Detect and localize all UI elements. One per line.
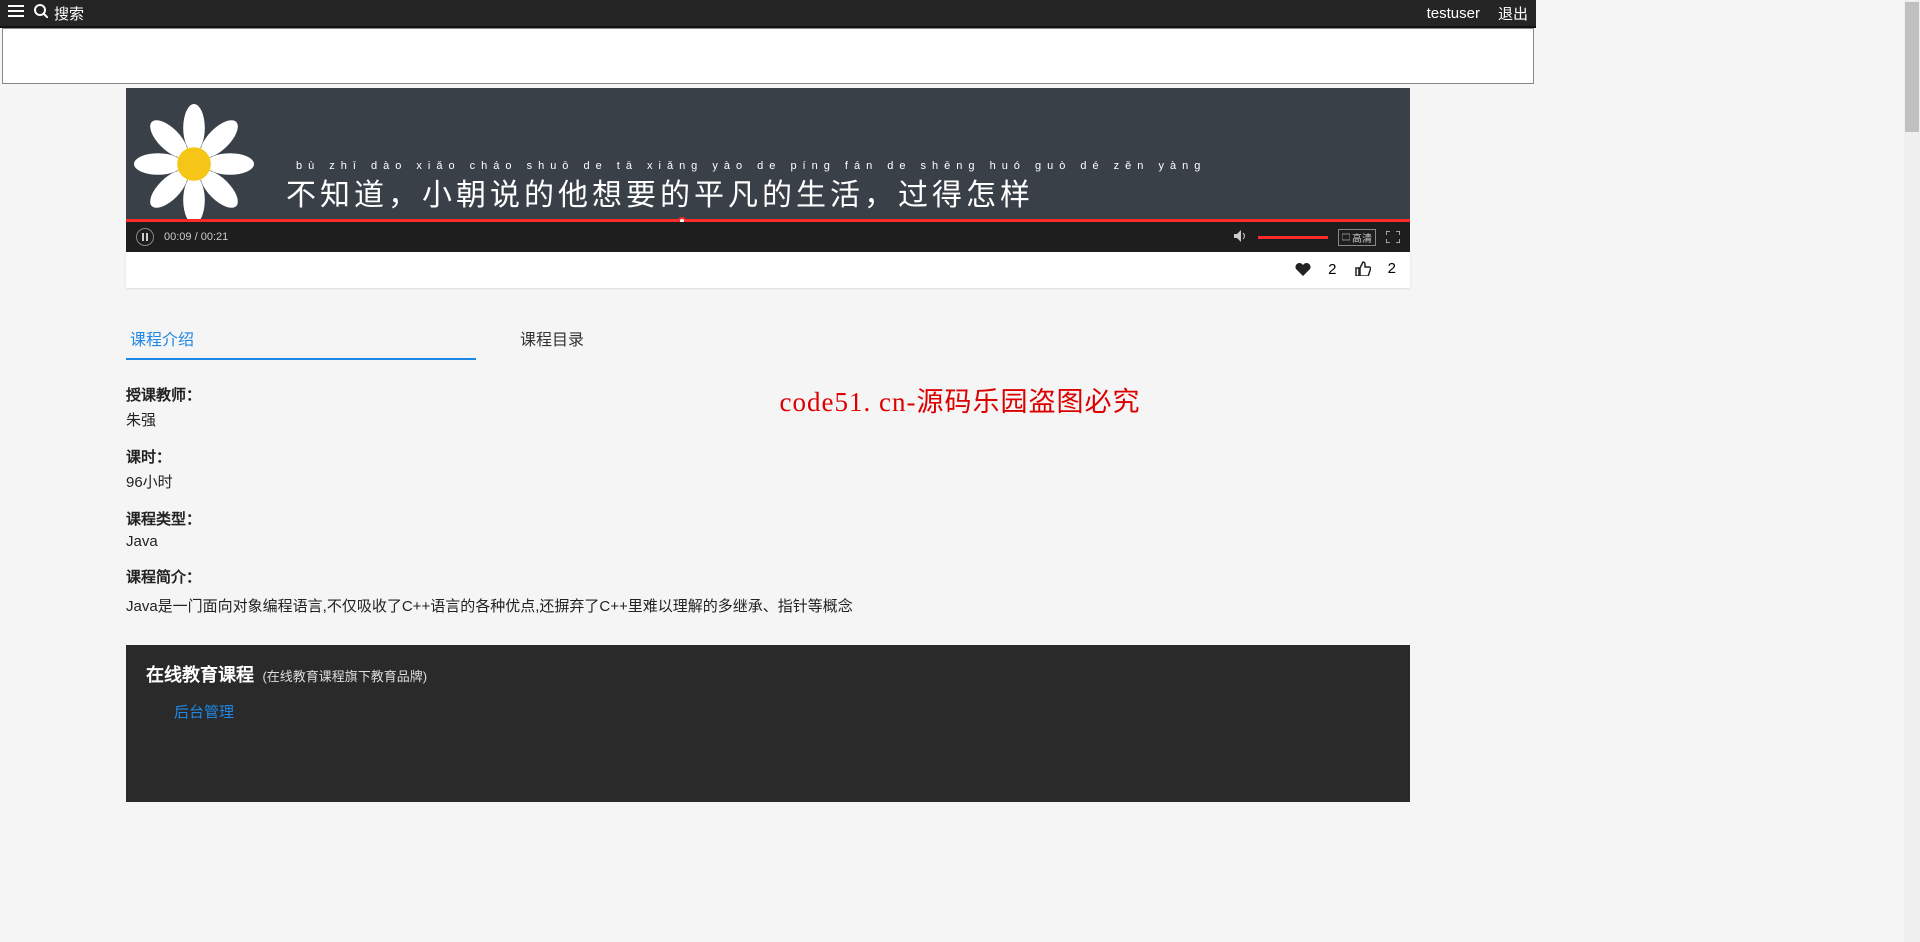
teacher-value: 朱强 — [126, 409, 1410, 430]
thumbs-up-icon — [1355, 261, 1371, 276]
search-icon — [34, 4, 48, 23]
subtitle-pinyin: bù zhī dào xiǎo cháo shuō de tā xiǎng yà… — [286, 160, 1410, 172]
course-intro-content: 授课教师： 朱强 课时： 96小时 课程类型： Java 课程简介： Java是… — [126, 384, 1410, 619]
vertical-scrollbar[interactable]: ▲ — [1904, 0, 1920, 942]
video-subtitle: bù zhī dào xiǎo cháo shuō de tā xiǎng yà… — [126, 160, 1410, 214]
heart-icon — [1295, 262, 1311, 276]
like-count: 2 — [1388, 260, 1396, 277]
type-label: 课程类型： — [126, 508, 1410, 529]
volume-icon[interactable] — [1234, 230, 1248, 245]
desc-label: 课程简介： — [126, 566, 1410, 587]
footer-subtitle: (在线教育课程旗下教育品牌) — [262, 669, 427, 684]
fullscreen-button[interactable] — [1386, 231, 1400, 243]
course-tabs: 课程介绍 课程目录 — [126, 318, 1410, 360]
search-group[interactable]: 搜索 — [34, 3, 84, 24]
top-navbar: 搜索 testuser 退出 — [0, 0, 1536, 28]
subtitle-text: 不知道，小朝说的他想要的平凡的生活，过得怎样 — [286, 179, 1034, 212]
video-time: 00:09 / 00:21 — [164, 231, 228, 243]
search-label: 搜索 — [54, 3, 84, 24]
like-button[interactable]: 2 — [1355, 260, 1396, 277]
footer-title: 在线教育课程 — [146, 665, 254, 685]
stats-bar: 2 2 — [126, 252, 1410, 288]
teacher-label: 授课教师： — [126, 384, 1410, 405]
username-link[interactable]: testuser — [1427, 5, 1480, 22]
tab-toc[interactable]: 课程目录 — [516, 318, 866, 360]
menu-icon[interactable] — [8, 4, 24, 22]
scroll-thumb[interactable] — [1905, 2, 1919, 132]
favorite-button[interactable]: 2 — [1295, 261, 1336, 278]
video-player[interactable]: bù zhī dào xiǎo cháo shuō de tā xiǎng yà… — [126, 88, 1410, 252]
tab-intro[interactable]: 课程介绍 — [126, 318, 476, 360]
quality-button[interactable]: 高清 — [1338, 229, 1376, 246]
logout-link[interactable]: 退出 — [1498, 3, 1528, 24]
admin-link[interactable]: 后台管理 — [174, 701, 1390, 722]
type-value: Java — [126, 533, 1410, 550]
volume-slider[interactable] — [1258, 236, 1328, 239]
hours-label: 课时： — [126, 446, 1410, 467]
favorite-count: 2 — [1328, 261, 1336, 278]
header-banner — [2, 28, 1534, 84]
hours-value: 96小时 — [126, 471, 1410, 492]
pause-button[interactable] — [136, 228, 154, 246]
video-control-bar: 00:09 / 00:21 高清 — [126, 222, 1410, 252]
desc-value: Java是一门面向对象编程语言,不仅吸收了C++语言的各种优点,还摒弃了C++里… — [126, 595, 1410, 619]
page-footer: 在线教育课程 (在线教育课程旗下教育品牌) 后台管理 — [126, 645, 1410, 802]
